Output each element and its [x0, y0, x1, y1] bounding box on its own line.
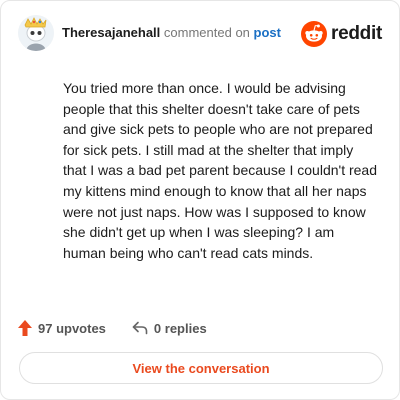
username[interactable]: Theresajanehall	[62, 25, 160, 40]
comment-body: You tried more than once. I would be adv…	[63, 80, 377, 261]
user-avatar-icon[interactable]	[18, 15, 54, 51]
comment-card: Theresajanehall commented on post reddit…	[0, 0, 400, 400]
reply-stat[interactable]: 0 replies	[132, 321, 207, 336]
comment-meta: Theresajanehall commented on post	[62, 25, 281, 40]
upvote-arrow-icon	[18, 320, 32, 336]
reddit-wordmark: reddit	[331, 23, 382, 44]
action-text: commented on	[163, 25, 250, 40]
upvote-count: 97 upvotes	[38, 320, 106, 336]
reddit-logo[interactable]: reddit	[301, 19, 382, 49]
upvote-stat[interactable]: 97 upvotes	[18, 320, 106, 336]
comment-header: Theresajanehall commented on post reddit	[18, 15, 382, 55]
comment-stats: 97 upvotes 0 replies	[18, 319, 233, 337]
reply-count: 0 replies	[153, 320, 207, 336]
view-conversation-button[interactable]: View the conversation	[19, 352, 383, 384]
post-link[interactable]: post	[254, 25, 281, 40]
reddit-snoo-icon	[301, 21, 328, 47]
reply-arrow-icon	[132, 321, 148, 335]
